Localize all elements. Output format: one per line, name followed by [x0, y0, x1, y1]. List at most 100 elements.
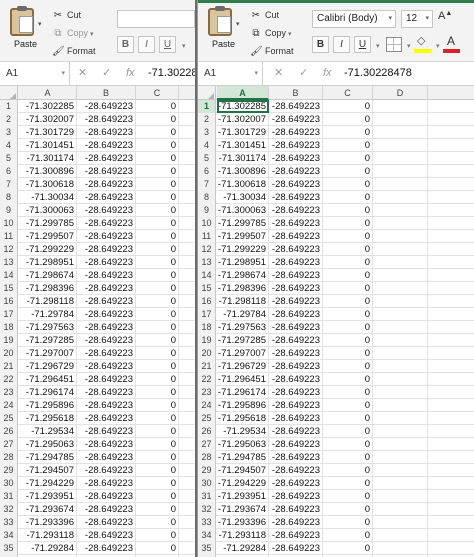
cell-b[interactable]: -28.649223 — [77, 386, 136, 399]
cell-c[interactable]: 0 — [136, 386, 179, 399]
chevron-down-icon[interactable]: ▾ — [376, 42, 380, 50]
row-header[interactable]: 33 — [198, 516, 216, 529]
cell-d[interactable] — [373, 425, 428, 438]
row-header[interactable]: 14 — [0, 269, 18, 282]
bold-button[interactable]: B — [117, 36, 134, 53]
cell-c[interactable]: 0 — [323, 425, 373, 438]
cell-c[interactable]: 0 — [323, 126, 373, 139]
cell-c[interactable]: 0 — [136, 308, 179, 321]
cell-b[interactable]: -28.649223 — [269, 477, 323, 490]
font-name-select[interactable] — [117, 10, 195, 28]
cell-c[interactable]: 0 — [323, 204, 373, 217]
font-size-select[interactable]: 12 ▾ — [401, 10, 433, 28]
column-header-c[interactable]: C — [136, 86, 179, 100]
cell-c[interactable]: 0 — [323, 334, 373, 347]
cell-a[interactable]: -71.298951 — [19, 256, 77, 269]
cell-a[interactable]: -71.293396 — [19, 516, 77, 529]
row-header[interactable]: 7 — [0, 178, 18, 191]
cell-d[interactable] — [373, 152, 428, 165]
row-header[interactable]: 12 — [0, 243, 18, 256]
cell-b[interactable]: -28.649223 — [77, 321, 136, 334]
cell-c[interactable]: 0 — [136, 113, 179, 126]
row-header[interactable]: 29 — [198, 464, 216, 477]
cell-a[interactable]: -71.297007 — [19, 347, 77, 360]
row-header[interactable]: 13 — [0, 256, 18, 269]
cell-b[interactable]: -28.649223 — [269, 256, 323, 269]
cell-b[interactable]: -28.649223 — [269, 100, 323, 113]
row-header[interactable]: 33 — [0, 516, 18, 529]
cell-a[interactable]: -71.295896 — [19, 399, 77, 412]
cell-d[interactable] — [373, 516, 428, 529]
cell-a[interactable]: -71.301451 — [217, 139, 269, 152]
cell-b[interactable]: -28.649223 — [269, 295, 323, 308]
row-header[interactable]: 29 — [0, 464, 18, 477]
row-header[interactable]: 8 — [198, 191, 216, 204]
cell-b[interactable]: -28.649223 — [77, 373, 136, 386]
row-header[interactable]: 34 — [198, 529, 216, 542]
cell-c[interactable]: 0 — [323, 217, 373, 230]
formula-input[interactable]: -71.30228 — [148, 62, 195, 85]
cell-b[interactable]: -28.649223 — [269, 165, 323, 178]
cell-c[interactable]: 0 — [323, 438, 373, 451]
column-header-c[interactable]: C — [323, 86, 373, 100]
cell-c[interactable]: 0 — [136, 165, 179, 178]
cell-c[interactable]: 0 — [136, 477, 179, 490]
cell-b[interactable]: -28.649223 — [269, 152, 323, 165]
cell-a[interactable]: -71.302285 — [217, 100, 269, 113]
cell-a[interactable]: -71.295618 — [217, 412, 269, 425]
row-header[interactable]: 9 — [198, 204, 216, 217]
cell-d[interactable] — [373, 126, 428, 139]
cell-c[interactable]: 0 — [323, 360, 373, 373]
column-header-d[interactable]: D — [373, 86, 428, 100]
cell-c[interactable]: 0 — [323, 230, 373, 243]
row-header[interactable]: 15 — [198, 282, 216, 295]
cell-b[interactable]: -28.649223 — [269, 490, 323, 503]
cell-d[interactable] — [373, 269, 428, 282]
cell-d[interactable] — [373, 347, 428, 360]
cell-b[interactable]: -28.649223 — [269, 464, 323, 477]
copy-button[interactable]: ⧉ Copy ▾ — [250, 26, 291, 40]
cell-d[interactable] — [373, 308, 428, 321]
row-header[interactable]: 32 — [0, 503, 18, 516]
cell-c[interactable]: 0 — [136, 204, 179, 217]
cell-d[interactable] — [373, 451, 428, 464]
cell-b[interactable]: -28.649223 — [77, 295, 136, 308]
cell-b[interactable]: -28.649223 — [77, 490, 136, 503]
cell-c[interactable]: 0 — [136, 347, 179, 360]
row-header[interactable]: 5 — [0, 152, 18, 165]
cell-d[interactable] — [373, 412, 428, 425]
cell-c[interactable]: 0 — [136, 542, 179, 555]
cell-a[interactable]: -71.299507 — [217, 230, 269, 243]
cut-button[interactable]: ✂ Cut — [52, 8, 81, 22]
cell-c[interactable]: 0 — [323, 503, 373, 516]
cell-c[interactable]: 0 — [136, 126, 179, 139]
row-header[interactable]: 3 — [198, 126, 216, 139]
cell-c[interactable]: 0 — [323, 152, 373, 165]
cell-d[interactable] — [373, 321, 428, 334]
cell-c[interactable]: 0 — [323, 295, 373, 308]
row-header[interactable]: 10 — [0, 217, 18, 230]
cell-b[interactable]: -28.649223 — [269, 321, 323, 334]
select-all-corner[interactable] — [0, 86, 18, 100]
cell-c[interactable]: 0 — [323, 464, 373, 477]
cell-a[interactable]: -71.298118 — [19, 295, 77, 308]
cell-a[interactable]: -71.300618 — [19, 178, 77, 191]
cell-c[interactable]: 0 — [136, 321, 179, 334]
cell-a[interactable]: -71.296174 — [217, 386, 269, 399]
cell-c[interactable]: 0 — [323, 178, 373, 191]
row-header[interactable]: 22 — [198, 373, 216, 386]
row-header[interactable]: 18 — [0, 321, 18, 334]
cell-c[interactable]: 0 — [323, 386, 373, 399]
cell-a[interactable]: -71.295063 — [19, 438, 77, 451]
italic-button[interactable]: I — [138, 36, 155, 53]
cell-b[interactable]: -28.649223 — [269, 451, 323, 464]
cell-b[interactable]: -28.649223 — [269, 243, 323, 256]
cell-a[interactable]: -71.297007 — [217, 347, 269, 360]
cell-a[interactable]: -71.29284 — [217, 542, 269, 555]
cell-b[interactable]: -28.649223 — [269, 178, 323, 191]
cancel-icon[interactable]: ✕ — [274, 62, 283, 85]
cell-d[interactable] — [373, 204, 428, 217]
cell-c[interactable]: 0 — [136, 529, 179, 542]
cell-a[interactable]: -71.300063 — [217, 204, 269, 217]
cut-button[interactable]: ✂ Cut — [250, 8, 279, 22]
